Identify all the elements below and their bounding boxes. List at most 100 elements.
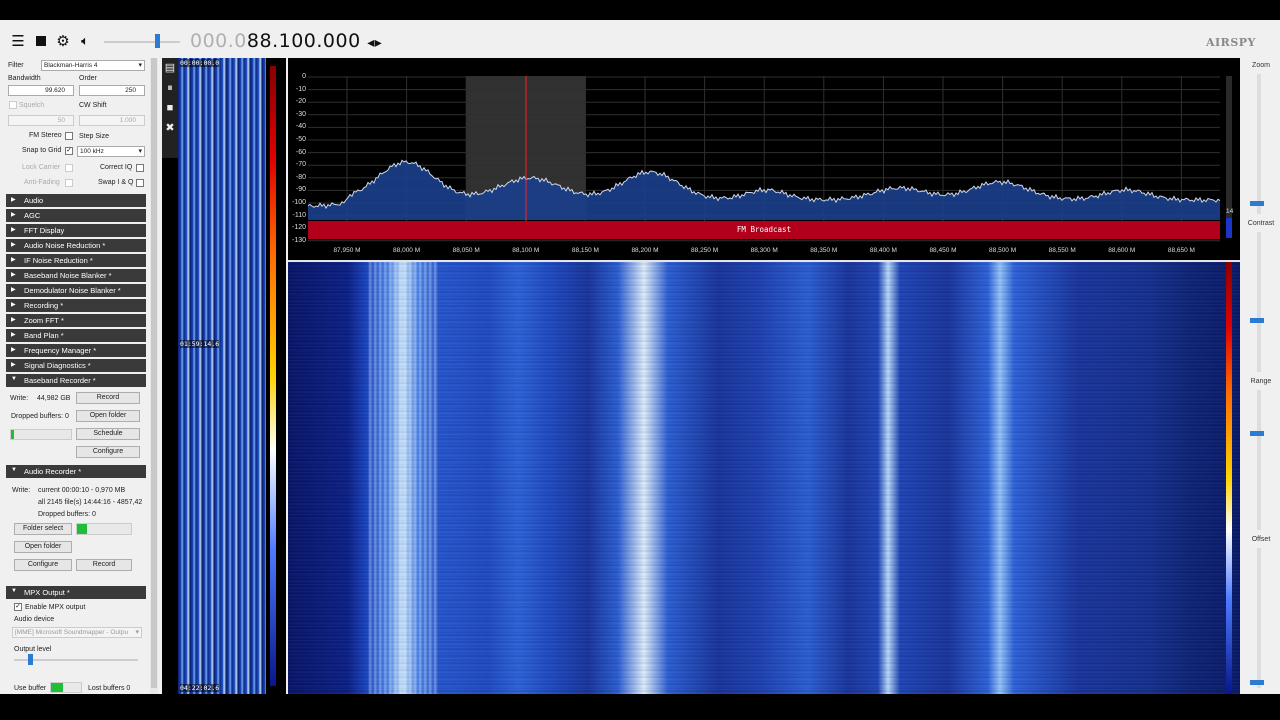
frequency-main: 88.100.000 bbox=[246, 30, 361, 52]
mpx-enable-checkbox[interactable]: ✓ bbox=[14, 603, 22, 611]
swapiq-checkbox[interactable] bbox=[136, 179, 144, 187]
contrast-slider-thumb[interactable] bbox=[1250, 318, 1264, 323]
zoom-slider-thumb[interactable] bbox=[1250, 201, 1264, 206]
left-panel-scrollbar-thumb[interactable] bbox=[151, 58, 157, 688]
correctiq-checkbox[interactable] bbox=[136, 164, 144, 172]
snapgrid-checkbox[interactable]: ✓ bbox=[65, 147, 73, 155]
fmstereo-label: FM Stereo bbox=[29, 132, 62, 139]
right-slider-panel: Zoom Contrast Range Offset bbox=[1240, 58, 1280, 694]
section-signal-diagnostics[interactable]: Signal Diagnostics * bbox=[6, 359, 146, 372]
section-agc[interactable]: AGC bbox=[6, 209, 146, 222]
spectrum-y-tick: -130 bbox=[292, 236, 307, 244]
spectrum-x-tick: 88,000 M bbox=[393, 247, 421, 254]
history-stop-icon[interactable]: ■ bbox=[162, 98, 178, 118]
mpx-device-label: Audio device bbox=[14, 616, 55, 623]
section-zoom-fft[interactable]: Zoom FFT * bbox=[6, 314, 146, 327]
section-mpx-output[interactable]: MPX Output * bbox=[6, 586, 146, 599]
ar-configure-button[interactable]: Configure bbox=[14, 559, 72, 571]
spectrum-x-tick: 88,250 M bbox=[691, 247, 719, 254]
spectrum-x-tick: 88,050 M bbox=[452, 247, 480, 254]
spectrum-y-tick: -20 bbox=[295, 98, 306, 106]
mpx-enable-label: Enable MPX output bbox=[25, 604, 86, 611]
spectrum-y-tick: -50 bbox=[295, 136, 306, 143]
section-audio-noise-reduction[interactable]: Audio Noise Reduction * bbox=[6, 239, 146, 252]
toolbar: ☰ ⚙ 🔈︎ 000.088.100.000 ◂▸ AIRSPY bbox=[0, 20, 1280, 58]
section-demodulator-noise-blanker[interactable]: Demodulator Noise Blanker * bbox=[6, 284, 146, 297]
correctiq-label: Correct IQ bbox=[100, 164, 133, 171]
spectrum-y-tick: 0 bbox=[302, 73, 306, 80]
section-frequency-manager[interactable]: Frequency Manager * bbox=[6, 344, 146, 357]
ar-all: all 2145 file(s) 14:44:16 - 4857,42 bbox=[38, 499, 143, 506]
gear-icon[interactable]: ⚙ bbox=[55, 33, 71, 50]
bb-dropped-label: Dropped buffers: 0 bbox=[11, 413, 69, 420]
ar-record-button[interactable]: Record bbox=[76, 559, 132, 571]
history-controls: ▤ ⏸ ■ ✖ bbox=[162, 58, 178, 158]
spectrum-y-tick: -10 bbox=[295, 85, 306, 93]
spectrum-x-tick: 88,100 M bbox=[512, 247, 540, 254]
bb-buffer-bar bbox=[10, 429, 72, 440]
band-plan-fm-broadcast[interactable]: FM Broadcast bbox=[308, 221, 1220, 239]
spectrum-y-tick: -30 bbox=[295, 110, 306, 118]
spectrum-x-tick: 88,200 M bbox=[631, 247, 659, 254]
cwshift-input[interactable]: 1.000 bbox=[79, 115, 145, 126]
stepsize-select[interactable]: 100 kHz bbox=[77, 146, 145, 157]
section-recording[interactable]: Recording * bbox=[6, 299, 146, 312]
bb-record-button[interactable]: Record bbox=[76, 392, 140, 404]
squelch-checkbox[interactable] bbox=[9, 101, 17, 109]
range-slider-thumb[interactable] bbox=[1250, 431, 1264, 436]
squelch-label: Squelch bbox=[19, 102, 45, 109]
offset-slider-track[interactable] bbox=[1257, 548, 1261, 688]
filter-label: Filter bbox=[8, 62, 24, 69]
squelch-input[interactable]: 50 bbox=[8, 115, 74, 126]
mpx-device-select[interactable]: [MME] Microsoft Soundmapper - Outpu bbox=[12, 627, 142, 638]
history-strip[interactable]: 00:00:00.0 01:59:14.6 04:22:02.6 bbox=[178, 58, 266, 694]
history-color-bar bbox=[270, 66, 276, 686]
stop-icon[interactable] bbox=[33, 33, 49, 49]
range-slider-track[interactable] bbox=[1257, 390, 1261, 530]
spectrum-x-tick: 87,950 M bbox=[333, 247, 361, 254]
offset-label: Offset bbox=[1251, 536, 1271, 543]
ar-folderselect-button[interactable]: Folder select bbox=[14, 523, 72, 535]
bb-write-value: 44,982 GB bbox=[37, 395, 71, 402]
ar-openfolder-button[interactable]: Open folder bbox=[14, 541, 72, 553]
section-audio-recorder[interactable]: Audio Recorder * bbox=[6, 465, 146, 478]
fmstereo-checkbox[interactable] bbox=[65, 132, 73, 140]
lockcarrier-checkbox[interactable] bbox=[65, 164, 73, 172]
section-baseband-recorder[interactable]: Baseband Recorder * bbox=[6, 374, 146, 387]
spectrum-y-tick: -70 bbox=[295, 161, 306, 169]
frequency-arrows-icon[interactable]: ◂▸ bbox=[367, 35, 382, 51]
section-baseband-noise-blanker[interactable]: Baseband Noise Blanker * bbox=[6, 269, 146, 282]
bb-schedule-button[interactable]: Schedule bbox=[76, 428, 140, 440]
waterfall-color-bar bbox=[1226, 262, 1232, 694]
cwshift-label: CW Shift bbox=[79, 102, 107, 109]
zoom-slider-track[interactable] bbox=[1257, 74, 1261, 214]
left-panel-scrollbar[interactable] bbox=[150, 58, 158, 694]
menu-icon[interactable]: ☰ bbox=[10, 33, 26, 50]
section-if-noise-reduction[interactable]: IF Noise Reduction * bbox=[6, 254, 146, 267]
volume-slider-thumb[interactable] bbox=[155, 34, 160, 48]
history-tools-icon[interactable]: ✖ bbox=[162, 118, 178, 138]
section-band-plan[interactable]: Band Plan * bbox=[6, 329, 146, 342]
contrast-label: Contrast bbox=[1247, 220, 1275, 227]
frequency-display[interactable]: 000.088.100.000 ◂▸ bbox=[190, 30, 382, 52]
waterfall-display[interactable] bbox=[288, 262, 1240, 694]
bb-openfolder-button[interactable]: Open folder bbox=[76, 410, 140, 422]
bandwidth-input[interactable]: 99.620 bbox=[8, 85, 74, 96]
volume-slider-track[interactable] bbox=[104, 41, 180, 43]
lockcarrier-label: Lock Carrier bbox=[22, 164, 61, 171]
mpx-level-thumb[interactable] bbox=[28, 654, 33, 665]
spectrum-analyzer[interactable]: 0 -10 -20 -30 -40 -50 -60 -70 -80 -90 -100 -110 -120… bbox=[288, 58, 1240, 260]
spectrum-x-tick: 88,650 M bbox=[1167, 247, 1195, 254]
section-fft-display[interactable]: FFT Display bbox=[6, 224, 146, 237]
history-list-icon[interactable]: ▤ bbox=[162, 58, 178, 78]
speaker-icon[interactable]: 🔈︎ bbox=[77, 33, 93, 49]
bb-configure-button[interactable]: Configure bbox=[76, 446, 140, 458]
airspy-logo: AIRSPY bbox=[1206, 36, 1256, 49]
offset-slider-thumb[interactable] bbox=[1250, 680, 1264, 685]
contrast-slider-track[interactable] bbox=[1257, 232, 1261, 372]
filter-select[interactable]: Blackman-Harris 4 bbox=[41, 60, 145, 71]
section-audio[interactable]: Audio bbox=[6, 194, 146, 207]
history-pause-icon[interactable]: ⏸ bbox=[162, 78, 178, 98]
antifading-checkbox[interactable] bbox=[65, 179, 73, 187]
order-input[interactable]: 250 bbox=[79, 85, 145, 96]
